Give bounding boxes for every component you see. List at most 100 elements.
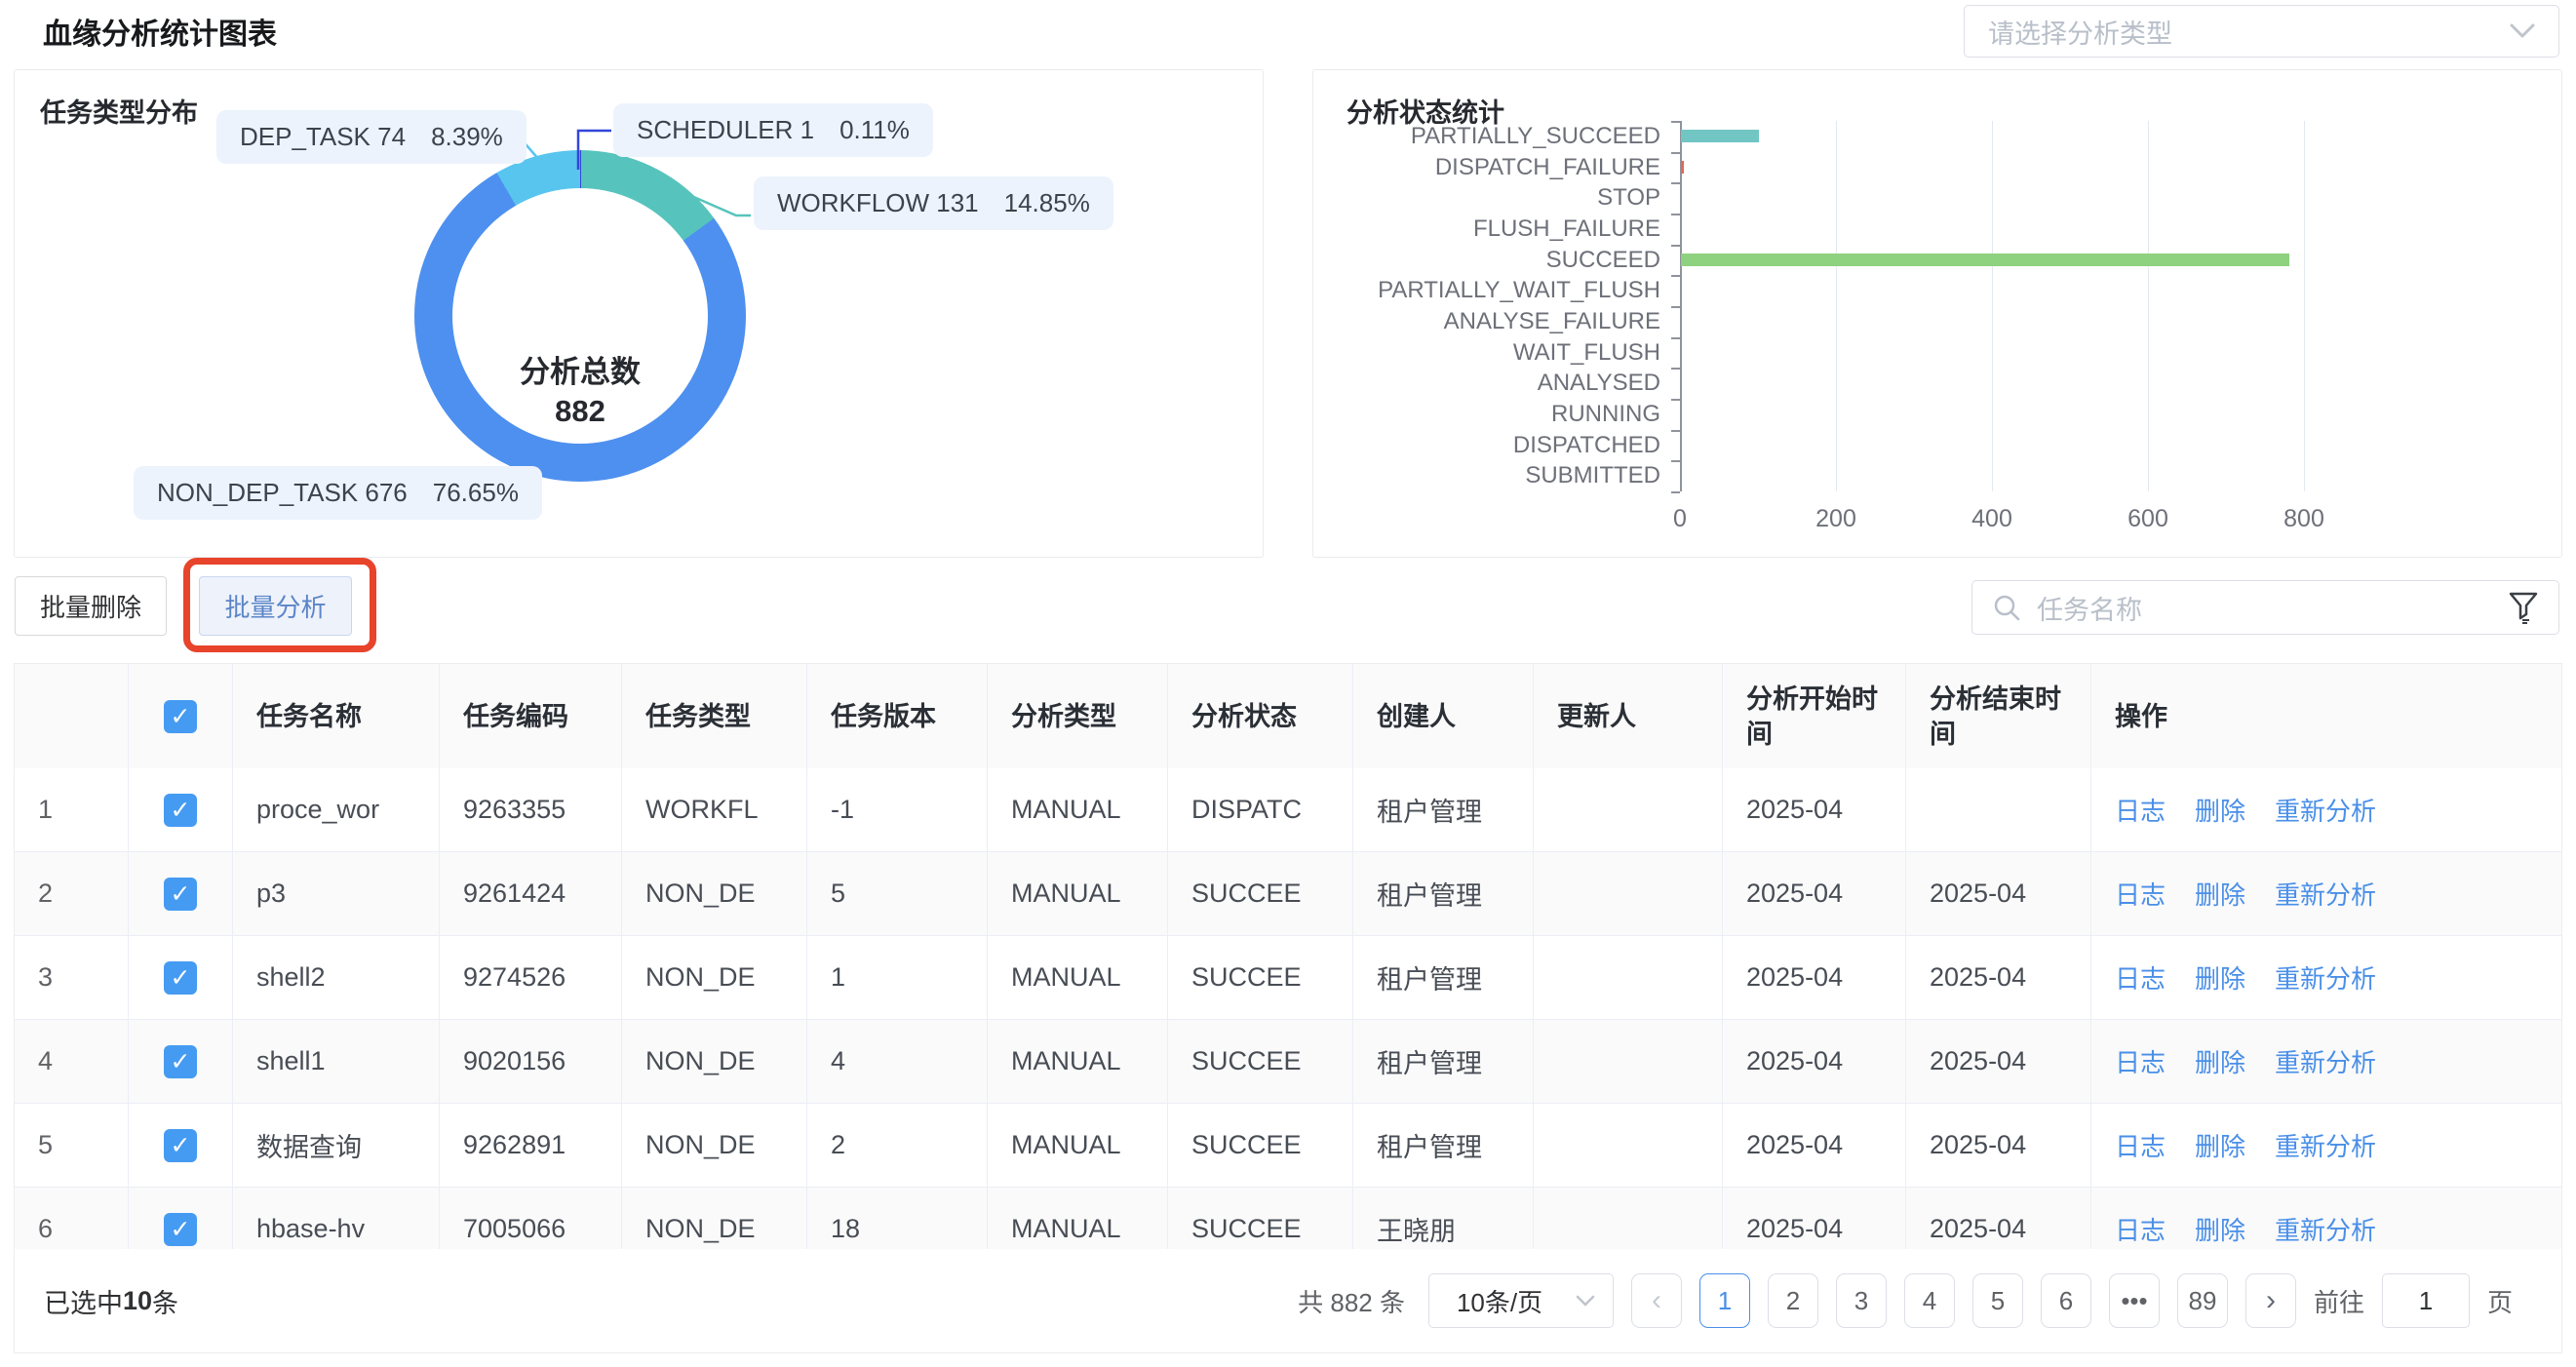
action-link-0[interactable]: 日志	[2115, 959, 2166, 996]
prev-page-button[interactable]: ‹	[1631, 1273, 1682, 1328]
cell-actions: 日志删除重新分析	[2091, 936, 2561, 1019]
search-placeholder: 任务名称	[2037, 589, 2508, 627]
cell-analysis-status: SUCCEE	[1168, 1104, 1353, 1187]
row-checkbox[interactable]: ✓	[164, 1129, 197, 1162]
row-checkbox[interactable]: ✓	[164, 961, 197, 995]
bar-axis-tick	[1671, 214, 1680, 215]
batch-analyze-button[interactable]: 批量分析	[199, 576, 352, 636]
row-checkbox[interactable]: ✓	[164, 878, 197, 911]
cell-analysis-type: MANUAL	[988, 1188, 1168, 1250]
action-link-0[interactable]: 日志	[2115, 1043, 2166, 1079]
cell-actions: 日志删除重新分析	[2091, 1188, 2561, 1250]
page-button-2[interactable]: 2	[1768, 1273, 1818, 1328]
header-checkbox-cell: ✓	[129, 664, 233, 768]
bar-dispatch_failure	[1681, 161, 1684, 174]
action-link-1[interactable]: 删除	[2195, 876, 2245, 912]
action-link-0[interactable]: 日志	[2115, 1211, 2166, 1247]
page-button-4[interactable]: 4	[1904, 1273, 1955, 1328]
bar-axis-tick	[1671, 121, 1680, 123]
action-link-2[interactable]: 重新分析	[2275, 1127, 2376, 1163]
cell-task-type: NON_DE	[622, 1188, 807, 1250]
cell-start-time: 2025-04	[1723, 1104, 1906, 1187]
page-buttons: 123456 ••• 89	[1699, 1273, 2228, 1328]
cell-creator: 租户管理	[1353, 852, 1534, 935]
bar-axis-tick	[1671, 275, 1680, 277]
page-button-6[interactable]: 6	[2041, 1273, 2091, 1328]
select-all-checkbox[interactable]: ✓	[164, 700, 197, 733]
bar-category-label: FLUSH_FAILURE	[1313, 215, 1660, 243]
table-header-row: ✓任务名称任务编码任务类型任务版本分析类型分析状态创建人更新人分析开始时间分析结…	[15, 664, 2561, 768]
bar-y-axis	[1680, 121, 1682, 491]
bar-category-label: PARTIALLY_WAIT_FLUSH	[1313, 277, 1660, 304]
cell-analysis-type: MANUAL	[988, 852, 1168, 935]
header-4: 分析类型	[988, 664, 1168, 768]
cell-task-name: hbase-hv	[233, 1188, 440, 1250]
action-link-0[interactable]: 日志	[2115, 876, 2166, 912]
lineage-analysis-page: 血缘分析统计图表 请选择分析类型 任务类型分布 分析总数 882 DEP_TAS…	[0, 0, 2576, 1367]
action-link-0[interactable]: 日志	[2115, 1127, 2166, 1163]
row-checkbox[interactable]: ✓	[164, 1045, 197, 1078]
action-link-1[interactable]: 删除	[2195, 792, 2245, 828]
bar-x-tick-label: 0	[1641, 505, 1719, 533]
batch-delete-button[interactable]: 批量删除	[15, 576, 167, 636]
cell-analysis-status: SUCCEE	[1168, 936, 1353, 1019]
more-pages-button[interactable]: •••	[2109, 1273, 2160, 1328]
action-link-2[interactable]: 重新分析	[2275, 876, 2376, 912]
bar-category-label: SUCCEED	[1313, 247, 1660, 274]
page-button-89[interactable]: 89	[2177, 1273, 2228, 1328]
table-body: 1✓proce_wor9263355WORKFL-1MANUALDISPATC租…	[15, 768, 2561, 1250]
page-size-select[interactable]: 10条/页	[1428, 1273, 1614, 1328]
bar-x-tick-label: 200	[1797, 505, 1875, 533]
cell-task-version: 1	[807, 936, 988, 1019]
action-link-1[interactable]: 删除	[2195, 1127, 2245, 1163]
table-row: 2✓p39261424NON_DE5MANUALSUCCEE租户管理2025-0…	[15, 852, 2561, 936]
page-button-3[interactable]: 3	[1836, 1273, 1887, 1328]
cell-task-name: shell2	[233, 936, 440, 1019]
cell-task-type: NON_DE	[622, 852, 807, 935]
bar-x-tick-label: 600	[2109, 505, 2187, 533]
action-link-2[interactable]: 重新分析	[2275, 792, 2376, 828]
page-button-5[interactable]: 5	[1972, 1273, 2023, 1328]
bar-category-label: ANALYSED	[1313, 370, 1660, 397]
action-link-1[interactable]: 删除	[2195, 1043, 2245, 1079]
action-link-2[interactable]: 重新分析	[2275, 1211, 2376, 1247]
action-link-0[interactable]: 日志	[2115, 792, 2166, 828]
action-link-2[interactable]: 重新分析	[2275, 1043, 2376, 1079]
analysis-type-select[interactable]: 请选择分析类型	[1964, 5, 2559, 58]
action-link-1[interactable]: 删除	[2195, 1211, 2245, 1247]
task-name-search[interactable]: 任务名称	[1971, 580, 2559, 635]
pie-label-dep-task: DEP_TASK 748.39%	[216, 110, 527, 164]
cell-actions: 日志删除重新分析	[2091, 1104, 2561, 1187]
total-count-text: 共 882 条	[1298, 1283, 1405, 1319]
goto-suffix: 页	[2487, 1283, 2513, 1319]
cell-end-time: 2025-04	[1906, 1188, 2091, 1250]
bar-category-label: WAIT_FLUSH	[1313, 339, 1660, 367]
cell-analysis-status: SUCCEE	[1168, 852, 1353, 935]
cell-analysis-status: DISPATC	[1168, 768, 1353, 851]
action-link-2[interactable]: 重新分析	[2275, 959, 2376, 996]
bar-gridline	[1992, 121, 1993, 491]
cell-task-type: NON_DE	[622, 1020, 807, 1103]
action-link-1[interactable]: 删除	[2195, 959, 2245, 996]
page-title: 血缘分析统计图表	[43, 10, 277, 53]
next-page-button[interactable]: ›	[2245, 1273, 2296, 1328]
header-0: 任务名称	[233, 664, 440, 768]
cell-checkbox: ✓	[129, 1104, 233, 1187]
cell-task-version: 18	[807, 1188, 988, 1250]
cell-creator: 租户管理	[1353, 936, 1534, 1019]
bar-succeed	[1681, 254, 2289, 266]
header-index	[15, 664, 129, 768]
bar-category-label: STOP	[1313, 184, 1660, 212]
cell-task-version: -1	[807, 768, 988, 851]
page-button-1[interactable]: 1	[1699, 1273, 1750, 1328]
goto-page-input[interactable]: 1	[2382, 1273, 2470, 1328]
cell-checkbox: ✓	[129, 1020, 233, 1103]
filter-funnel-icon[interactable]	[2508, 591, 2539, 624]
row-checkbox[interactable]: ✓	[164, 1213, 197, 1246]
pagination: 共 882 条 10条/页 ‹ 123456•••89 › 前往 1 页	[1298, 1249, 2513, 1352]
cell-index: 2	[15, 852, 129, 935]
row-checkbox[interactable]: ✓	[164, 794, 197, 827]
cell-task-version: 4	[807, 1020, 988, 1103]
table-row: 3✓shell29274526NON_DE1MANUALSUCCEE租户管理20…	[15, 936, 2561, 1020]
cell-end-time: 2025-04	[1906, 936, 2091, 1019]
